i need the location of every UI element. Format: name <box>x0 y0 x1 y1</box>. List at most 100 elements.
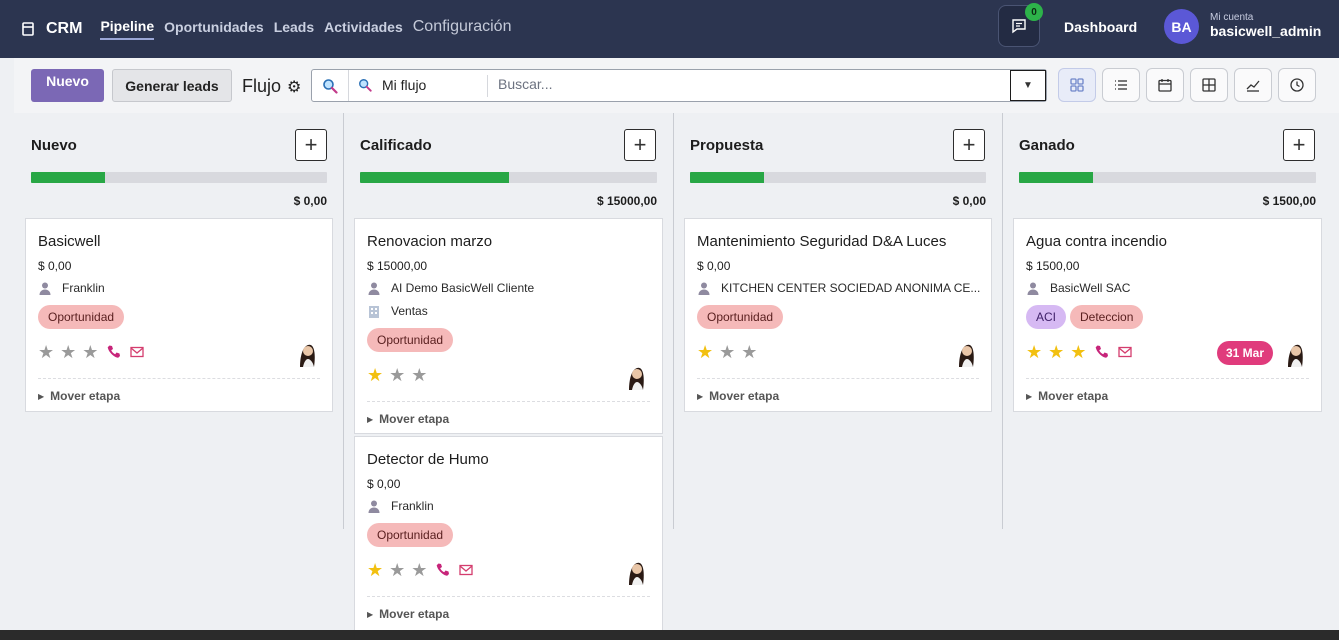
taskbar-strip <box>0 630 1339 640</box>
kanban-card[interactable]: Mantenimiento Seguridad D&A Luces $ 0,00… <box>684 218 992 412</box>
activity-view-button[interactable] <box>1278 68 1316 102</box>
move-stage-toggle[interactable]: ▶ Mover etapa <box>367 412 449 426</box>
search-dropdown-toggle[interactable]: ▼ <box>1010 70 1046 101</box>
list-view-button[interactable] <box>1102 68 1140 102</box>
column-progress-bar[interactable] <box>690 172 986 183</box>
dashboard-link[interactable]: Dashboard <box>1064 19 1137 35</box>
column-progress-bar[interactable] <box>1019 172 1316 183</box>
caret-right-icon: ▶ <box>38 391 45 401</box>
sales-team: Ventas <box>391 304 428 318</box>
star-icon[interactable]: ★ <box>719 343 735 361</box>
quick-create-button[interactable]: + <box>1283 129 1315 161</box>
envelope-icon[interactable] <box>459 564 474 576</box>
generate-leads-button[interactable]: Generar leads <box>112 69 232 102</box>
column-title: Ganado <box>1019 137 1075 154</box>
quick-create-button[interactable]: + <box>295 129 327 161</box>
deadline-badge[interactable]: 31 Mar <box>1217 341 1274 365</box>
kanban-column: Nuevo + $ 0,00 Basicwell $ 0,00 Franklin… <box>14 113 344 529</box>
quick-create-button[interactable]: + <box>624 129 656 161</box>
star-icon[interactable]: ★ <box>82 343 98 361</box>
phone-icon[interactable] <box>106 344 122 360</box>
priority-stars[interactable]: ★ ★ ★ <box>1026 343 1133 361</box>
card-title: Agua contra incendio <box>1026 233 1167 250</box>
search-facet[interactable]: Mi flujo <box>358 77 426 93</box>
star-icon[interactable]: ★ <box>367 561 383 579</box>
kanban-icon <box>1070 78 1084 92</box>
phone-icon[interactable] <box>435 562 451 578</box>
search-icon <box>359 79 372 92</box>
column-progress-bar[interactable] <box>360 172 657 183</box>
priority-stars[interactable]: ★ ★ ★ <box>367 366 433 384</box>
contact-name: AI Demo BasicWell Cliente <box>391 281 535 295</box>
tag-badge: Oportunidad <box>367 328 454 352</box>
messages-count-badge: 0 <box>1025 3 1043 21</box>
star-icon[interactable]: ★ <box>1048 343 1064 361</box>
top-navbar: CRM Pipeline Oportunidades Leads Activid… <box>0 0 1339 58</box>
salesperson-avatar <box>621 360 651 390</box>
calendar-view-button[interactable] <box>1146 68 1184 102</box>
app-name: CRM <box>46 20 83 37</box>
move-stage-label: Mover etapa <box>709 389 780 403</box>
quick-create-button[interactable]: + <box>953 129 985 161</box>
kanban-card[interactable]: Renovacion marzo $ 15000,00 AI Demo Basi… <box>354 218 663 434</box>
star-icon[interactable]: ★ <box>697 343 713 361</box>
star-icon[interactable]: ★ <box>741 343 757 361</box>
list-icon <box>1115 80 1127 90</box>
app-brand[interactable]: CRM <box>22 20 82 38</box>
envelope-icon[interactable] <box>1118 346 1133 358</box>
star-icon[interactable]: ★ <box>389 366 405 384</box>
priority-stars[interactable]: ★ ★ ★ <box>38 343 145 361</box>
kanban-card[interactable]: Agua contra incendio $ 1500,00 BasicWell… <box>1013 218 1322 412</box>
calendar-icon <box>1158 79 1172 92</box>
card-team: Ventas <box>367 304 428 318</box>
card-title: Detector de Humo <box>367 451 489 468</box>
contact-name: KITCHEN CENTER SOCIEDAD ANONIMA CE... <box>721 281 981 295</box>
nav-actividades[interactable]: Actividades <box>324 19 403 39</box>
move-stage-label: Mover etapa <box>379 607 450 621</box>
star-icon[interactable]: ★ <box>367 366 383 384</box>
column-title: Nuevo <box>31 137 77 154</box>
priority-stars[interactable]: ★ ★ ★ <box>697 343 763 361</box>
star-icon[interactable]: ★ <box>38 343 54 361</box>
kanban-card[interactable]: Detector de Humo $ 0,00 Franklin Oportun… <box>354 436 663 636</box>
column-total: $ 0,00 <box>952 194 986 208</box>
salesperson-avatar <box>292 337 322 367</box>
star-icon[interactable]: ★ <box>1070 343 1086 361</box>
phone-icon[interactable] <box>1094 344 1110 360</box>
move-stage-toggle[interactable]: ▶ Mover etapa <box>38 389 120 403</box>
salesperson-avatar <box>1280 337 1310 367</box>
search-button[interactable] <box>312 70 349 101</box>
person-icon <box>697 282 711 295</box>
column-total: $ 15000,00 <box>596 194 657 208</box>
star-icon[interactable]: ★ <box>1026 343 1042 361</box>
kanban-card[interactable]: Basicwell $ 0,00 Franklin Oportunidad ★ … <box>25 218 333 412</box>
nav-leads[interactable]: Leads <box>274 19 314 39</box>
move-stage-toggle[interactable]: ▶ Mover etapa <box>367 607 449 621</box>
star-icon[interactable]: ★ <box>389 561 405 579</box>
move-stage-toggle[interactable]: ▶ Mover etapa <box>1026 389 1108 403</box>
move-stage-toggle[interactable]: ▶ Mover etapa <box>697 389 779 403</box>
search-input[interactable] <box>498 76 998 92</box>
card-contact: AI Demo BasicWell Cliente <box>367 281 534 295</box>
graph-view-button[interactable] <box>1234 68 1272 102</box>
nav-pipeline[interactable]: Pipeline <box>100 18 155 40</box>
account-menu[interactable]: Mi cuenta basicwell_admin <box>1210 12 1321 39</box>
star-icon[interactable]: ★ <box>411 366 427 384</box>
caret-right-icon: ▶ <box>367 414 374 424</box>
user-avatar[interactable]: BA <box>1164 9 1199 44</box>
star-icon[interactable]: ★ <box>411 561 427 579</box>
nav-configuracion[interactable]: Configuración <box>413 18 512 40</box>
view-title: Flujo ⚙ <box>242 76 301 97</box>
pivot-view-button[interactable] <box>1190 68 1228 102</box>
envelope-icon[interactable] <box>130 346 145 358</box>
new-button[interactable]: Nuevo <box>31 69 104 102</box>
star-icon[interactable]: ★ <box>60 343 76 361</box>
messages-button[interactable]: 0 <box>998 3 1043 47</box>
nav-oportunidades[interactable]: Oportunidades <box>164 19 264 39</box>
move-stage-label: Mover etapa <box>379 412 450 426</box>
gear-icon[interactable]: ⚙ <box>287 77 301 97</box>
move-stage-label: Mover etapa <box>50 389 121 403</box>
kanban-view-button[interactable] <box>1058 68 1096 102</box>
priority-stars[interactable]: ★ ★ ★ <box>367 561 474 579</box>
column-progress-bar[interactable] <box>31 172 327 183</box>
